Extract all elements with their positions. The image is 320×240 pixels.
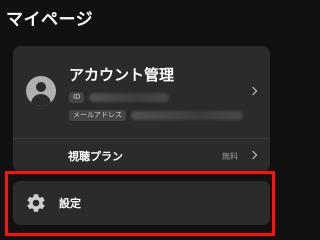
account-management-title: アカウント管理	[69, 66, 175, 84]
account-management-item[interactable]: アカウント管理 ID メールアドレス	[13, 46, 270, 138]
chevron-right-icon	[248, 86, 258, 96]
gear-icon	[27, 194, 45, 212]
redacted-email	[131, 111, 243, 120]
avatar-icon	[26, 76, 56, 106]
email-tag: メールアドレス	[69, 110, 126, 121]
viewing-plan-value: 無料	[222, 152, 238, 161]
account-email-line: メールアドレス	[69, 110, 243, 122]
settings-item[interactable]: 設定	[13, 181, 270, 225]
viewing-plan-item[interactable]: 視聴プラン 無料	[13, 139, 270, 172]
redacted-id	[89, 93, 170, 102]
settings-label: 設定	[59, 197, 81, 210]
id-tag: ID	[69, 92, 85, 103]
chevron-right-icon	[248, 150, 258, 160]
page-title: マイページ	[6, 10, 94, 30]
account-card: アカウント管理 ID メールアドレス 視聴プラン 無料	[13, 46, 270, 172]
viewing-plan-label: 視聴プラン	[68, 150, 123, 163]
account-id-line: ID	[69, 92, 170, 104]
